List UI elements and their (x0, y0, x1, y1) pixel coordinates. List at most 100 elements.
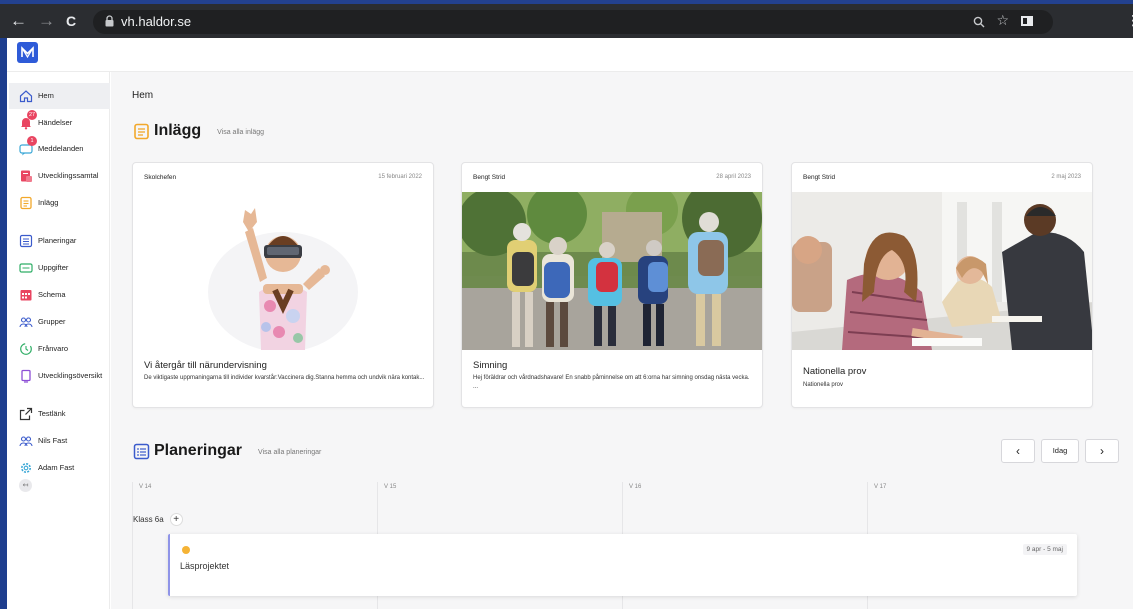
week-label: V 15 (384, 484, 397, 490)
sidebar-item-franvaro[interactable]: Frånvaro (9, 336, 110, 362)
sidebar-item-label: Schema (38, 290, 66, 299)
sidebar-item-utvecklingsoversikt[interactable]: Utvecklingsöversikt (9, 363, 110, 389)
sidebar-item-inlagg[interactable]: Inlägg (9, 190, 110, 216)
home-icon (19, 90, 33, 103)
sidebar-item-meddelanden[interactable]: 1 Meddelanden (9, 136, 110, 162)
more-menu-icon[interactable]: ⋮ (1126, 12, 1133, 29)
sidebar-item-grupper[interactable]: Grupper (9, 309, 110, 335)
users-icon (19, 436, 33, 447)
class-row: Klass 6a + (133, 513, 187, 526)
sidebar-item-utvecklingssamtal[interactable]: Utvecklingssamtal (9, 163, 110, 189)
plan-name: Läsprojektet (180, 561, 230, 571)
url-text: vh.haldor.se (121, 14, 192, 29)
planning-icon (133, 443, 150, 459)
sidebar-item-label: Nils Fast (38, 436, 68, 445)
haldor-logo[interactable] (17, 42, 38, 63)
sidebar-item-label: Adam Fast (38, 463, 75, 472)
sidebar-item-planeringar[interactable]: Planeringar (9, 228, 110, 254)
post-date: 2 maj 2023 (1051, 174, 1081, 180)
plan-status-dot (182, 546, 190, 554)
posts-icon (20, 196, 32, 210)
next-week-button[interactable]: › (1085, 439, 1119, 463)
sidebar-item-label: Meddelanden (38, 144, 84, 153)
sidebar-item-label: Testlänk (38, 409, 66, 418)
sidebar-item-label: Uppgifter (38, 263, 69, 272)
today-button[interactable]: Idag (1041, 439, 1079, 463)
posts-icon (134, 123, 149, 139)
week-label: V 16 (629, 484, 642, 490)
sidebar-item-label: Utvecklingssamtal (38, 171, 99, 180)
logo-mark-icon (21, 46, 34, 59)
side-panel-icon[interactable] (1021, 16, 1033, 26)
view-all-posts-link[interactable]: Visa alla inlägg (217, 129, 264, 136)
post-image-vr-girl (133, 192, 433, 350)
sidebar-item-label: Hem (38, 91, 54, 100)
schedule-icon (20, 290, 32, 301)
haldor-app: Hem 27 Händelser 1 Meddelanden Utvecklin… (7, 38, 1133, 609)
sidebar-item-testlank[interactable]: Testlänk (9, 401, 110, 427)
lock-icon (105, 15, 114, 27)
sidebar-item-schema[interactable]: Schema (9, 282, 110, 308)
post-title: Simning (473, 360, 508, 371)
sidebar-item-label: Inlägg (38, 198, 59, 207)
post-card[interactable]: Skolchefen 15 februari 2022 Vi återgår t… (132, 162, 434, 408)
add-plan-button[interactable]: + (169, 513, 183, 526)
meeting-icon (21, 170, 32, 182)
post-excerpt: Hej föräldrar och vårdnadshavare! En sna… (473, 375, 750, 390)
post-card[interactable]: Bengt Strid 28 april 2023 Simning Hej fö… (461, 162, 763, 408)
app-topbar (7, 38, 1133, 72)
sidebar-item-label: Planeringar (38, 236, 77, 245)
sidebar-item-handelser[interactable]: 27 Händelser (9, 110, 110, 136)
sidebar-item-nils-fast[interactable]: Nils Fast (9, 428, 110, 454)
external-link-icon (19, 407, 33, 421)
post-image-students-writing (792, 192, 1092, 350)
sidebar-item-label: Grupper (38, 317, 66, 326)
tasks-icon (19, 263, 33, 273)
post-date: 15 februari 2022 (378, 174, 422, 180)
zoom-icon[interactable] (973, 16, 985, 28)
view-all-plans-link[interactable]: Visa alla planeringar (258, 449, 321, 456)
message-count-badge: 1 (27, 136, 37, 146)
sidebar-item-adam-fast[interactable]: Adam Fast (9, 455, 110, 481)
notification-count-badge: 27 (27, 110, 37, 120)
main-content: Hem Inlägg Visa alla inlägg Skolchefen 1… (111, 72, 1133, 609)
window-edge (0, 38, 7, 609)
sidebar-item-label: Händelser (38, 118, 73, 127)
post-author: Bengt Strid (803, 174, 836, 181)
browser-toolbar: ← → C vh.haldor.se ☆ ⋮ (0, 0, 1133, 38)
sidebar-item-hem[interactable]: Hem (9, 83, 110, 109)
reload-button[interactable]: C (66, 11, 76, 31)
sidebar-item-uppgifter[interactable]: Uppgifter (9, 255, 110, 281)
overview-icon (21, 369, 31, 383)
plans-section-header: Planeringar Visa alla planeringar (133, 442, 321, 460)
post-excerpt: Nationella prov (803, 382, 844, 388)
forward-button[interactable]: → (38, 11, 55, 31)
post-author: Skolchefen (144, 174, 177, 181)
planning-icon (19, 234, 33, 248)
page-title: Hem (132, 90, 154, 101)
post-image-children-walking (462, 192, 762, 350)
post-date: 28 april 2023 (716, 174, 751, 180)
sidebar-item-label: Frånvaro (38, 344, 69, 353)
class-label: Klass 6a (133, 515, 164, 524)
posts-section-title: Inlägg (154, 122, 202, 139)
post-title: Vi återgår till närundervisning (144, 360, 267, 371)
post-card[interactable]: Bengt Strid 2 maj 2023 Nationella prov N… (791, 162, 1093, 408)
week-label: V 14 (139, 484, 152, 490)
gear-icon (21, 463, 31, 473)
post-title: Nationella prov (803, 366, 867, 377)
collapse-sidebar-button[interactable]: ↤ (19, 479, 32, 492)
address-bar[interactable]: vh.haldor.se ☆ (93, 10, 1053, 34)
absence-icon (20, 343, 32, 355)
week-divider (132, 482, 133, 609)
week-label: V 17 (874, 484, 887, 490)
prev-week-button[interactable]: ‹ (1001, 439, 1035, 463)
groups-icon (19, 317, 33, 328)
post-author: Bengt Strid (473, 174, 506, 181)
bookmark-star-icon[interactable]: ☆ (996, 12, 1009, 29)
post-excerpt: De viktigaste uppmaningarna till individ… (144, 375, 425, 381)
sidebar-item-label: Utvecklingsöversikt (38, 371, 103, 380)
posts-section-header: Inlägg Visa alla inlägg (133, 122, 264, 140)
plan-card[interactable]: Läsprojektet 9 apr - 5 maj (168, 534, 1077, 596)
back-button[interactable]: ← (10, 11, 27, 31)
